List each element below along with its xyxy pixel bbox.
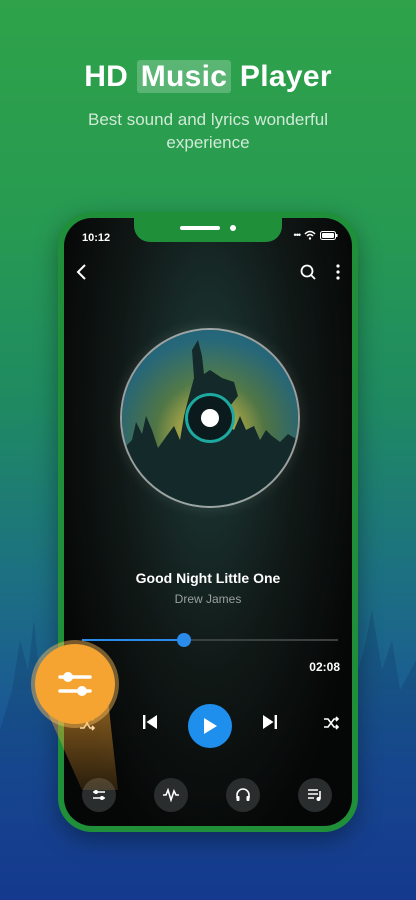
- headline-suffix: Player: [231, 60, 332, 93]
- camera-dot: [230, 225, 236, 231]
- progress-knob[interactable]: [177, 633, 192, 647]
- equalizer-button[interactable]: [82, 778, 116, 812]
- phone-notch: [134, 218, 282, 242]
- equalizer-callout: [35, 644, 115, 724]
- equalizer-icon: [93, 790, 105, 800]
- back-icon[interactable]: [74, 264, 90, 280]
- headline-highlight: Music: [136, 60, 232, 93]
- album-disc: [122, 330, 298, 506]
- bottom-toolbar: [64, 778, 352, 814]
- player-screen: 10:12 ••• Good Night Little One Drew Jam…: [64, 218, 352, 826]
- sound-effect-icon: [163, 788, 179, 802]
- equalizer-icon: [58, 672, 92, 696]
- playlist-icon: [308, 789, 321, 801]
- next-icon[interactable]: [262, 714, 278, 730]
- battery-icon: [320, 230, 338, 240]
- track-duration: 02:08: [309, 660, 340, 674]
- disc-hub: [188, 396, 232, 440]
- headphones-button[interactable]: [226, 778, 260, 812]
- wifi-icon: [304, 230, 316, 240]
- headline-prefix: HD: [84, 60, 137, 93]
- playback-controls: [64, 704, 352, 748]
- song-artist: Drew James: [174, 592, 242, 606]
- sound-effect-button[interactable]: [154, 778, 188, 812]
- search-icon[interactable]: [300, 264, 316, 280]
- status-time: 10:12: [82, 232, 111, 244]
- play-icon: [204, 718, 217, 734]
- song-title: Good Night Little One: [135, 570, 281, 586]
- more-icon[interactable]: [336, 264, 340, 280]
- progress-bar[interactable]: [82, 633, 338, 647]
- progress-fill: [82, 639, 185, 641]
- promo-subtitle: Best sound and lyrics wonderful experien…: [87, 110, 329, 152]
- previous-icon[interactable]: [142, 714, 158, 730]
- repeat-shuffle-icon[interactable]: [322, 714, 340, 732]
- status-icons: •••: [294, 230, 338, 240]
- promo-headline: HD Music Player: [0, 60, 416, 94]
- play-button[interactable]: [188, 704, 232, 748]
- phone-frame: 10:12 ••• Good Night Little One Drew Jam…: [58, 212, 358, 832]
- signal-dots-icon: •••: [293, 230, 302, 240]
- headphones-icon: [236, 788, 250, 801]
- playlist-button[interactable]: [298, 778, 332, 812]
- speaker-grille: [180, 226, 220, 230]
